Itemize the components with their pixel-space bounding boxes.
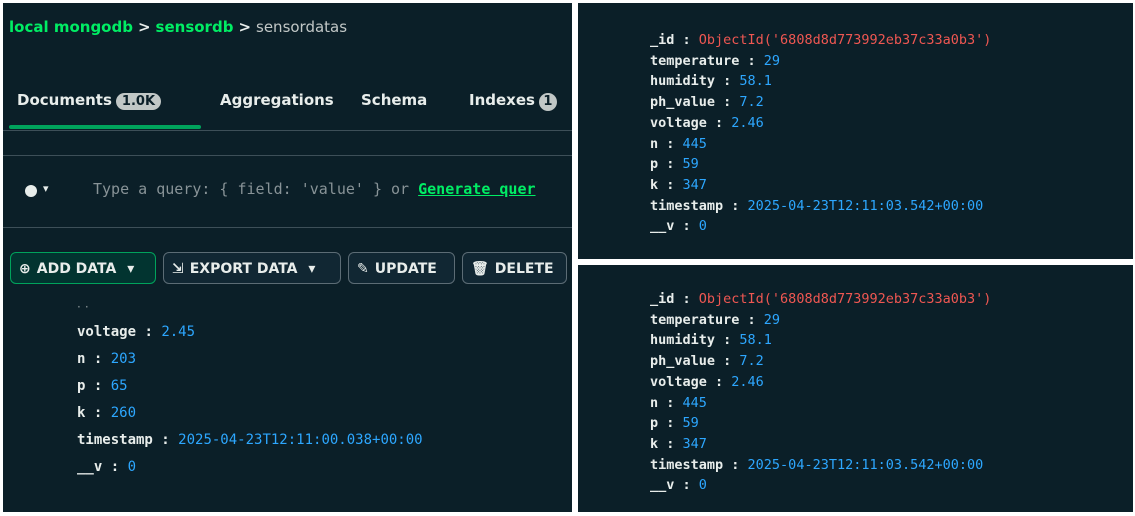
document-field: timestamp : 2025-04-23T12:11:03.542+00:0… [650,456,984,473]
document-field: p : 65 [77,378,128,394]
tab-indexes[interactable]: Indexes 1 [469,91,557,111]
document-field: p : 59 [650,156,699,173]
document-field: n : 445 [650,135,707,152]
active-tab-indicator [9,125,201,129]
query-placeholder: Type a query: { field: 'value' } or [93,180,410,198]
document-panel-bottom: _id : ObjectId('6808d8d773992eb37c33a0b3… [578,265,1133,512]
query-bar: ▾ Type a query: { field: 'value' } or Ge… [3,155,572,228]
tab-documents-label: Documents [17,91,112,109]
document-field: voltage : 2.46 [650,373,764,390]
update-label: UPDATE [374,261,437,277]
trash-icon: 🗑 [471,261,489,277]
truncated-fields-indicator: ·· [77,300,93,314]
export-data-label: EXPORT DATA [189,261,298,277]
index-count-badge: 1 [538,93,557,111]
document-field: k : 260 [77,405,137,421]
tab-documents[interactable]: Documents 1.0K [17,91,162,110]
breadcrumb-separator: > [238,18,252,36]
generate-query-link[interactable]: Generate quer [418,180,535,198]
breadcrumb-database[interactable]: sensordb [156,18,234,36]
document-field: n : 445 [650,394,707,411]
delete-label: DELETE [494,261,554,277]
document-card: _id : ObjectId('6808d8d773992eb37c33a0b3… [650,30,991,237]
document-field: __v : 0 [650,218,707,235]
pencil-icon: ✎ [357,261,369,277]
query-history-icon[interactable] [25,185,37,197]
chevron-down-icon: ▾ [308,261,316,277]
document-field: humidity : 58.1 [650,73,772,90]
document-field: timestamp : 2025-04-23T12:11:00.038+00:0… [77,432,423,448]
plus-circle-icon: ⊕ [19,261,31,277]
add-data-label: ADD DATA [36,261,117,277]
breadcrumb-separator: > [137,18,151,36]
export-data-button[interactable]: ⇲ EXPORT DATA ▾ [163,252,341,284]
document-field: k : 347 [650,435,707,452]
tab-aggregations-label: Aggregations [220,91,334,109]
document-field: __v : 0 [650,477,707,494]
document-panel-top: _id : ObjectId('6808d8d773992eb37c33a0b3… [578,3,1133,259]
document-field: _id : ObjectId('6808d8d773992eb37c33a0b3… [650,291,992,307]
export-icon: ⇲ [172,261,184,277]
query-input[interactable]: Type a query: { field: 'value' } or Gene… [93,180,536,198]
document-count-badge: 1.0K [115,93,162,110]
tab-schema[interactable]: Schema [361,91,427,109]
breadcrumb-collection: sensordatas [256,18,348,36]
collection-tabs: Documents 1.0K Aggregations Schema Indexe… [3,81,572,133]
update-button[interactable]: ✎ UPDATE [348,252,455,284]
document-field: ph_value : 7.2 [650,353,764,370]
add-data-button[interactable]: ⊕ ADD DATA ▾ [10,252,156,284]
document-field: voltage : 2.46 [650,114,764,131]
document-field: temperature : 29 [650,52,781,69]
delete-button[interactable]: 🗑 DELETE [462,252,567,284]
tab-schema-label: Schema [361,91,428,109]
breadcrumb: local mongodb > sensordb > sensordatas [9,18,347,36]
tab-aggregations[interactable]: Aggregations [220,91,334,109]
document-field: p : 59 [650,415,699,432]
document-card: _id : ObjectId('6808d8d773992eb37c33a0b3… [650,289,991,496]
document-field: temperature : 29 [650,311,781,328]
document-field: k : 347 [650,176,707,193]
document-card: voltage : 2.45 n : 203 p : 65 k : 260 ti… [77,319,423,481]
chevron-down-icon[interactable]: ▾ [43,182,49,195]
document-field: _id : ObjectId('6808d8d773992eb37c33a0b3… [650,32,992,48]
document-field: __v : 0 [77,459,137,475]
document-field: ph_value : 7.2 [650,94,764,111]
tabs-divider [3,130,572,131]
document-field: n : 203 [77,351,137,367]
document-field: voltage : 2.45 [77,324,196,340]
document-field: timestamp : 2025-04-23T12:11:03.542+00:0… [650,197,984,214]
breadcrumb-connection[interactable]: local mongodb [9,18,133,36]
tab-indexes-label: Indexes [469,91,535,109]
document-field: humidity : 58.1 [650,332,772,349]
compass-collection-panel: local mongodb > sensordb > sensordatas Docum… [3,3,572,512]
chevron-down-icon: ▾ [127,261,135,277]
